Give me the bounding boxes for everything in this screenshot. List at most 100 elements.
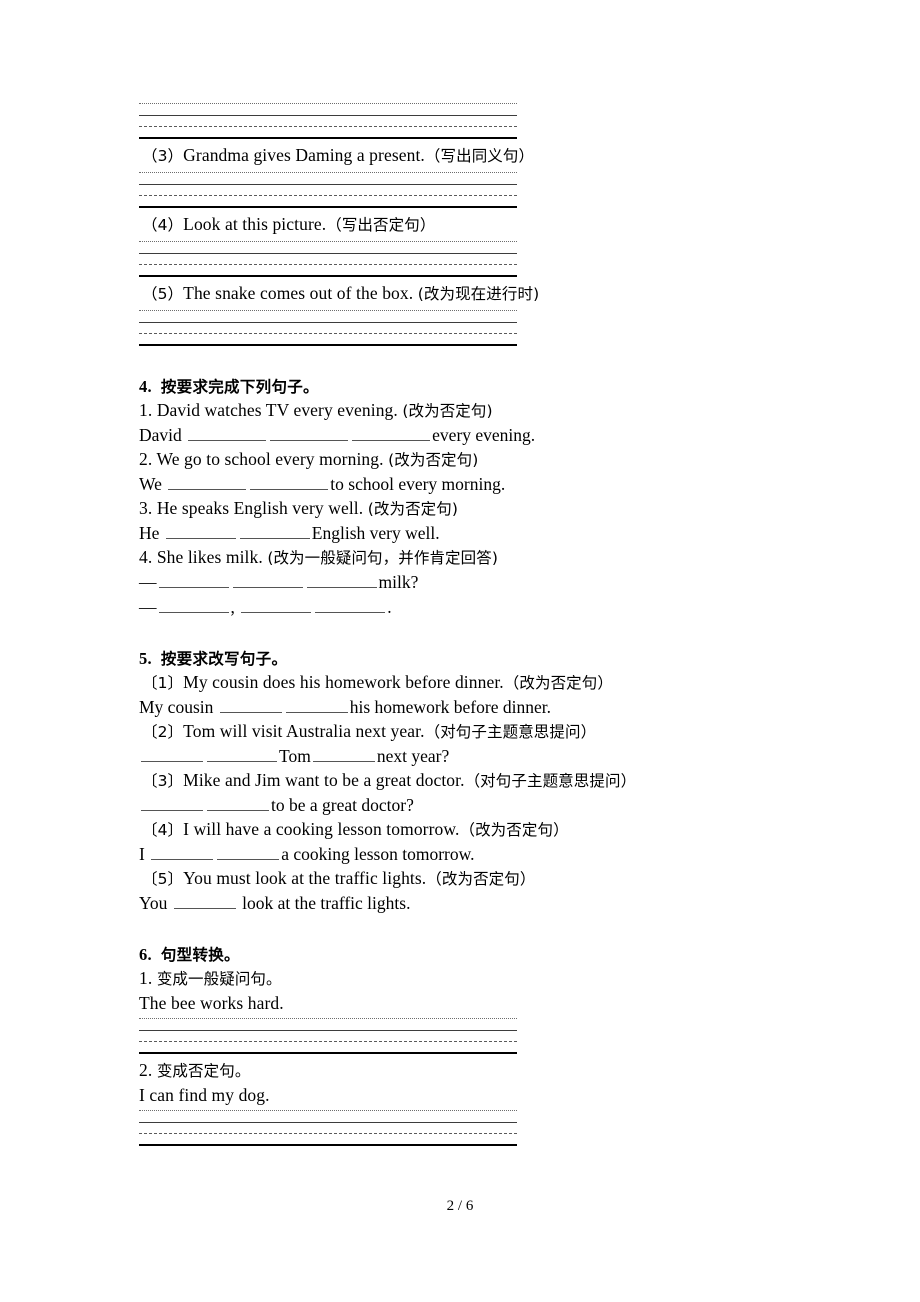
s5-answer-4: I a cooking lesson tomorrow. — [139, 842, 779, 867]
answer-blank[interactable] — [158, 572, 229, 588]
s4-q4-text: She likes milk. — [156, 547, 263, 567]
answer-blank[interactable] — [217, 844, 280, 860]
question-5-label: （5） — [142, 285, 184, 303]
document-page: （3）Grandma gives Daming a present.（写出同义句… — [0, 0, 920, 1302]
s5-q2-label: 〔2〕 — [142, 723, 184, 741]
s5-answer-3: to be a great doctor? — [139, 793, 779, 818]
answer-blank[interactable] — [315, 597, 386, 613]
answer-blank[interactable] — [141, 746, 203, 762]
answer-rule-line — [139, 137, 517, 139]
s4-a2-suffix: to school every morning. — [330, 474, 506, 494]
s4-question-1: 1. David watches TV every evening. (改为否定… — [139, 399, 779, 423]
s6-q2-instruction: 变成否定句。 — [156, 1062, 251, 1080]
s5-a5-suffix: look at the traffic lights. — [242, 893, 411, 913]
question-3-text: Grandma gives Daming a present. — [183, 145, 425, 165]
answer-rules-q4 — [139, 241, 517, 277]
section-4-number: 4. — [139, 377, 152, 396]
s6-question-1-instruction: 1. 变成一般疑问句。 — [139, 967, 779, 991]
s5-q2-instruction: （对句子主题意思提问） — [424, 723, 597, 741]
answer-blank[interactable] — [270, 425, 349, 441]
answer-blank[interactable] — [232, 572, 303, 588]
s4-a3-prefix: He — [139, 523, 160, 543]
s4-a4b-mid: , — [230, 597, 235, 617]
s6-q1-sentence: The bee works hard. — [139, 993, 284, 1013]
answer-blank[interactable] — [239, 523, 310, 539]
s5-q4-instruction: （改为否定句） — [459, 821, 569, 839]
s4-q2-instruction: (改为否定句) — [388, 451, 479, 469]
answer-blank[interactable] — [219, 697, 282, 713]
page-number: 2 / 6 — [446, 1198, 474, 1214]
s5-q5-label: 〔5〕 — [142, 870, 184, 888]
answer-blank[interactable] — [168, 474, 247, 490]
s4-q2-text: We go to school every morning. — [156, 449, 384, 469]
question-3-instruction: （写出同义句） — [424, 147, 535, 165]
answer-blank[interactable] — [207, 795, 269, 811]
answer-blank[interactable] — [241, 597, 312, 613]
question-5: （5）The snake comes out of the box. (改为现在… — [139, 282, 779, 306]
answer-blank[interactable] — [141, 795, 203, 811]
answer-blank[interactable] — [188, 425, 267, 441]
s4-a1-prefix: David — [139, 425, 182, 445]
s5-q1-instruction: （改为否定句） — [503, 674, 613, 692]
answer-rules-s6-q2 — [139, 1110, 517, 1146]
s6-q1-number: 1. — [139, 968, 153, 988]
question-4-instruction: （写出否定句） — [326, 216, 436, 234]
s5-q5-text: You must look at the traffic lights. — [183, 868, 427, 888]
s4-q4-number: 4. — [139, 547, 153, 567]
s5-q4-text: I will have a cooking lesson tomorrow. — [183, 819, 460, 839]
answer-blank[interactable] — [250, 474, 329, 490]
s4-a4-prefix: — — [139, 572, 157, 592]
answer-rules-q3 — [139, 172, 517, 208]
s4-a4b-prefix: — — [139, 597, 157, 617]
section-6-title: 句型转换。 — [160, 946, 240, 964]
s5-question-3: 〔3〕Mike and Jim want to be a great docto… — [139, 769, 779, 793]
s5-q4-label: 〔4〕 — [142, 821, 184, 839]
section-6-number: 6. — [139, 945, 152, 964]
answer-blank[interactable] — [306, 572, 377, 588]
s5-a5-prefix: You — [139, 893, 168, 913]
answer-rule-line — [139, 275, 517, 277]
s5-question-2: 〔2〕Tom will visit Australia next year.（对… — [139, 720, 779, 744]
answer-blank[interactable] — [158, 597, 229, 613]
s5-question-1: 〔1〕My cousin does his homework before di… — [139, 671, 779, 695]
s5-a4-prefix: I — [139, 844, 145, 864]
answer-blank[interactable] — [151, 844, 214, 860]
s5-question-5: 〔5〕You must look at the traffic lights.（… — [139, 867, 779, 891]
s5-q1-text: My cousin does his homework before dinne… — [183, 672, 504, 692]
answer-blank[interactable] — [352, 425, 431, 441]
s4-answer-4b: —, . — [139, 595, 779, 620]
s5-question-4: 〔4〕I will have a cooking lesson tomorrow… — [139, 818, 779, 842]
s4-answer-4a: — milk? — [139, 570, 779, 595]
s5-q3-instruction: （对句子主题意思提问） — [464, 772, 637, 790]
s4-question-3: 3. He speaks English very well. (改为否定句) — [139, 497, 779, 521]
s6-q2-sentence: I can find my dog. — [139, 1085, 270, 1105]
s5-answer-5: You look at the traffic lights. — [139, 891, 779, 916]
s4-question-2: 2. We go to school every morning. (改为否定句… — [139, 448, 779, 472]
answer-rules-q5 — [139, 310, 517, 346]
section-4-title: 按要求完成下列句子。 — [160, 378, 319, 396]
s6-question-2-instruction: 2. 变成否定句。 — [139, 1059, 779, 1083]
s5-a1-suffix: his homework before dinner. — [349, 697, 551, 717]
answer-blank[interactable] — [173, 893, 236, 909]
answer-blank[interactable] — [285, 697, 348, 713]
s4-q3-instruction: (改为否定句) — [367, 500, 459, 518]
section-5-heading: 5. 按要求改写句子。 — [139, 647, 779, 671]
answer-blank[interactable] — [165, 523, 236, 539]
s4-a1-suffix: every evening. — [432, 425, 536, 445]
s4-q1-instruction: (改为否定句) — [402, 402, 493, 420]
answer-rules-s6-q1 — [139, 1018, 517, 1054]
section-5-number: 5. — [139, 649, 152, 668]
section-5-title: 按要求改写句子。 — [160, 650, 288, 668]
s4-a3-suffix: English very well. — [311, 523, 440, 543]
answer-rules-top — [139, 103, 517, 139]
question-4: （4）Look at this picture.（写出否定句） — [139, 213, 779, 237]
s6-q1-instruction: 变成一般疑问句。 — [156, 970, 282, 988]
answer-blank[interactable] — [207, 746, 277, 762]
answer-blank[interactable] — [312, 746, 375, 762]
answer-rule-line — [139, 1052, 517, 1054]
s5-a2-mid: Tom — [279, 746, 311, 766]
question-4-label: （4） — [142, 216, 184, 234]
s5-q3-label: 〔3〕 — [142, 772, 184, 790]
s6-question-2-sentence: I can find my dog. — [139, 1083, 779, 1108]
